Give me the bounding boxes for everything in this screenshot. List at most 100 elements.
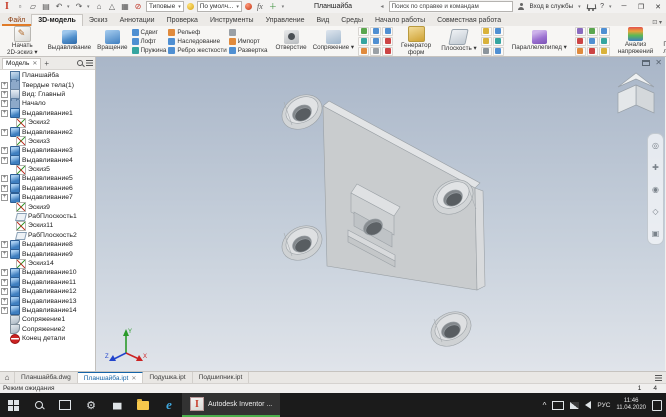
tree-item-Эскиз11[interactable]: Эскиз11 — [1, 221, 95, 230]
tree-item-Эскиз14[interactable]: Эскиз14 — [1, 259, 95, 268]
tool-button[interactable] — [587, 47, 598, 56]
expander-icon[interactable]: + — [1, 269, 8, 276]
Развертка-button[interactable]: Развертка — [229, 46, 268, 54]
notification-center-icon[interactable] — [652, 400, 662, 411]
expander-icon[interactable]: + — [1, 241, 8, 248]
image-icon[interactable]: ▦ — [120, 2, 130, 12]
tool-button[interactable] — [493, 37, 504, 46]
tool-button[interactable] — [575, 47, 586, 56]
open-icon[interactable]: ▱ — [28, 2, 38, 12]
Рельеф-button[interactable]: Рельеф — [168, 28, 226, 36]
tree-item-Эскиз9[interactable]: Эскиз9 — [1, 202, 95, 211]
tool-button[interactable] — [493, 27, 504, 36]
tool-button[interactable] — [599, 37, 610, 46]
model-canvas[interactable] — [96, 57, 665, 371]
edge-icon[interactable]: e — [156, 393, 182, 417]
tool-button[interactable] — [382, 27, 393, 36]
expander-icon[interactable]: + — [1, 185, 8, 192]
doc-tab-Подшипник.ipt[interactable]: Подшипник.ipt — [193, 372, 250, 383]
disable-icon[interactable]: ⊘ — [133, 2, 143, 12]
volume-icon[interactable] — [585, 401, 591, 409]
tool-button[interactable] — [587, 37, 598, 46]
tree-item-Выдавливание12[interactable]: +Выдавливание12 — [1, 287, 95, 296]
restore-document-icon[interactable] — [642, 60, 650, 66]
tree-item-Выдавливание11[interactable]: +Выдавливание11 — [1, 278, 95, 287]
tree-item-РабПлоскость2[interactable]: РабПлоскость2 — [1, 231, 95, 240]
expander-icon[interactable]: + — [1, 298, 8, 305]
close-button[interactable]: ✕ — [652, 3, 664, 11]
tree-item-Выдавливание4[interactable]: +Выдавливание4 — [1, 156, 95, 165]
tab-Проверка[interactable]: Проверка — [161, 15, 204, 26]
undo-icon[interactable]: ↶ — [54, 2, 64, 12]
zoom-icon[interactable]: ◉ — [652, 185, 659, 194]
tree-item-РабПлоскость1[interactable]: РабПлоскость1 — [1, 212, 95, 221]
tab-Аннотации[interactable]: Аннотации — [114, 15, 161, 26]
tool-button[interactable] — [370, 27, 381, 36]
expander-icon[interactable]: + — [1, 110, 8, 117]
tool-button[interactable] — [481, 37, 492, 46]
navigation-wheel-icon[interactable]: ◎ — [652, 141, 659, 150]
tool-button[interactable] — [358, 37, 369, 46]
tree-item-Выдавливание3[interactable]: +Выдавливание3 — [1, 146, 95, 155]
tree-item-Начало[interactable]: +Начало — [1, 99, 95, 108]
tray-chevron-up-icon[interactable]: ^ — [543, 401, 547, 410]
tree-item-Выдавливание9[interactable]: +Выдавливание9 — [1, 249, 95, 258]
3d-viewport[interactable]: ✕ ◎✚◉◇▣ Y X Z — [96, 57, 666, 371]
home-tab-icon[interactable]: ⌂ — [0, 372, 15, 383]
Пружина-button[interactable]: Пружина — [132, 46, 167, 54]
search-icon[interactable] — [77, 60, 83, 66]
Лофт-button[interactable]: Лофт — [132, 37, 167, 45]
tree-item-Эскиз2[interactable]: Эскиз2 — [1, 118, 95, 127]
tool-button[interactable] — [481, 47, 492, 56]
expander-icon[interactable]: + — [1, 129, 8, 136]
tool-button[interactable] — [587, 27, 598, 36]
выдавливание-button[interactable]: Выдавливание — [46, 29, 94, 53]
start-icon[interactable] — [0, 393, 26, 417]
tool-button[interactable] — [229, 28, 268, 36]
tree-item-Выдавливание2[interactable]: +Выдавливание2 — [1, 127, 95, 136]
clock[interactable]: 11:46 11.04.2020 — [616, 398, 646, 412]
tool-button[interactable] — [382, 47, 393, 56]
tree-item-Выдавливание7[interactable]: +Выдавливание7 — [1, 193, 95, 202]
tool-button[interactable] — [481, 27, 492, 36]
chevron-down-icon[interactable]: ▾ — [578, 4, 582, 10]
начать-button[interactable]: Начать2D-эскиз ▾ — [5, 26, 40, 57]
tab-menu-icon[interactable] — [655, 375, 662, 381]
tool-button[interactable] — [599, 47, 610, 56]
tree-item-Выдавливание8[interactable]: +Выдавливание8 — [1, 240, 95, 249]
tool-button[interactable] — [493, 47, 504, 56]
tool-button[interactable] — [370, 37, 381, 46]
appearance-dropdown[interactable]: По умолч... ▾ — [197, 1, 242, 12]
home-icon[interactable]: ⌂ — [94, 2, 104, 12]
expander-icon[interactable]: + — [1, 251, 8, 258]
sign-in-button[interactable]: Вход в службы — [530, 3, 574, 10]
tab-Вид[interactable]: Вид — [311, 15, 336, 26]
expander-icon[interactable]: + — [1, 91, 8, 98]
doc-tab-Планшайба.ipt[interactable]: Планшайба.ipt✕ — [78, 372, 144, 383]
Ребро жесткости-button[interactable]: Ребро жесткости — [168, 46, 226, 54]
look-at-icon[interactable]: ▣ — [652, 229, 660, 238]
minimize-button[interactable]: ─ — [618, 3, 630, 10]
expander-icon[interactable]: + — [1, 279, 8, 286]
tree-item-Твердые тела(1)[interactable]: +Твердые тела(1) — [1, 80, 95, 89]
ribbon-display-options-icon[interactable]: ⊡ ▾ — [652, 19, 662, 26]
pan-icon[interactable]: ✚ — [652, 163, 659, 172]
tab-Управление[interactable]: Управление — [260, 15, 311, 26]
expander-icon[interactable]: + — [1, 288, 8, 295]
tree-item-Выдавливание10[interactable]: +Выдавливание10 — [1, 268, 95, 277]
customize-qat-chevron-icon[interactable]: ▾ — [281, 2, 285, 12]
doc-tab-Планшайба.dwg[interactable]: Планшайба.dwg — [15, 372, 78, 383]
collapse-search-icon[interactable]: ◂ — [381, 3, 384, 10]
browser-tab-model[interactable]: Модель ✕ — [2, 58, 41, 69]
tool-button[interactable] — [599, 27, 610, 36]
tab-Файл[interactable]: Файл — [2, 15, 31, 26]
store-icon[interactable] — [104, 393, 130, 417]
preset-dropdown[interactable]: Типовые ▾ — [146, 1, 184, 12]
help-search-input[interactable]: Поиск по справке и командам — [389, 1, 513, 12]
explorer-icon[interactable] — [130, 393, 156, 417]
вращение-button[interactable]: Вращение — [95, 29, 129, 53]
tool-button[interactable] — [358, 27, 369, 36]
tool-button[interactable] — [575, 37, 586, 46]
chevron-down-icon[interactable]: ▾ — [609, 4, 613, 10]
browser-menu-icon[interactable] — [86, 60, 93, 66]
